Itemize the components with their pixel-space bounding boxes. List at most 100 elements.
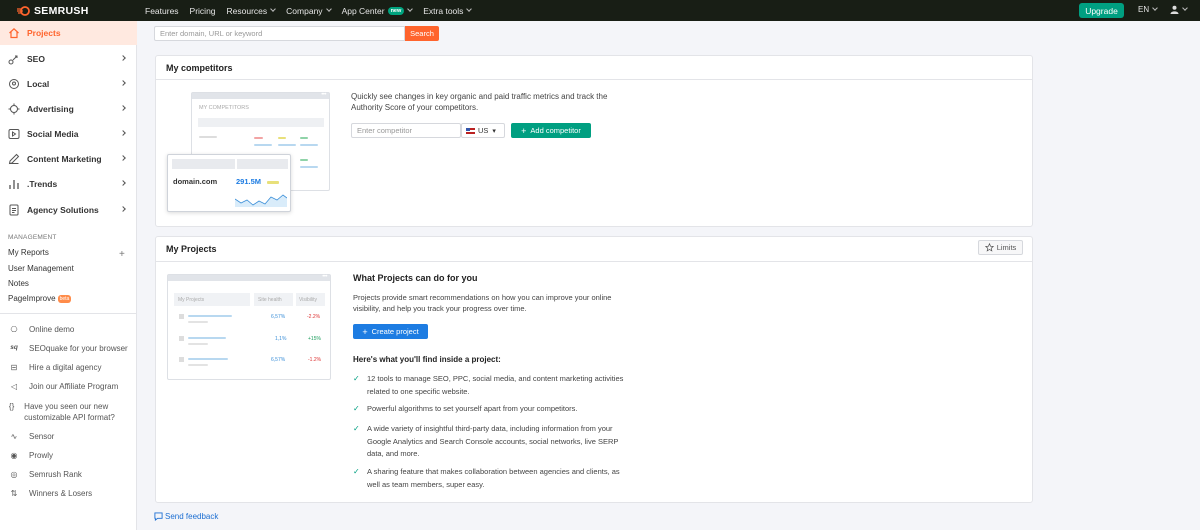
language-label: EN: [1138, 5, 1150, 14]
card-divider: [156, 261, 1032, 262]
pencil-icon: [8, 153, 20, 165]
limits-button[interactable]: Limits: [978, 240, 1023, 255]
sidebar-item-content-marketing[interactable]: Content Marketing: [0, 146, 137, 171]
mock-cell: [237, 159, 288, 169]
nav-resources[interactable]: Resources: [227, 6, 277, 16]
mock-header-visibility: Visibility: [299, 297, 317, 303]
mock-line: [188, 321, 208, 323]
api-format-link[interactable]: {} Have you seen our new customizable API…: [8, 401, 130, 423]
feature-text: A wide variety of insightful third-party…: [367, 424, 619, 458]
chevron-right-icon: [120, 130, 126, 136]
add-report-icon[interactable]: +: [119, 249, 125, 260]
my-reports-label: My Reports: [8, 248, 49, 257]
nav-company-label: Company: [286, 5, 323, 16]
country-select[interactable]: US ▾: [461, 123, 505, 138]
chevron-right-icon: [120, 180, 126, 186]
mock-line: [188, 364, 208, 366]
notes-label: Notes: [8, 279, 29, 288]
sidebar-item-projects[interactable]: Projects: [0, 21, 137, 45]
rank-icon: ◎: [10, 470, 18, 479]
mock-window-bar: •••: [192, 92, 329, 99]
sidebar-item-seo[interactable]: SEO: [0, 46, 137, 71]
agency-icon: ⊟: [10, 363, 18, 372]
hire-agency-link[interactable]: ⊟ Hire a digital agency: [8, 363, 102, 372]
nav-pricing[interactable]: Pricing: [190, 6, 216, 16]
sensor-label: Sensor: [29, 432, 55, 441]
competitors-title: My competitors: [166, 63, 233, 73]
mock-checkbox: [179, 314, 184, 319]
prowly-link[interactable]: ◉ Prowly: [8, 451, 54, 460]
mock-checkbox: [179, 357, 184, 362]
limits-label: Limits: [996, 243, 1017, 252]
sidebar-item-social-media[interactable]: Social Media: [0, 121, 137, 146]
mock-cell: [172, 159, 235, 169]
create-project-button[interactable]: + Create project: [353, 324, 428, 339]
nav-extra-tools[interactable]: Extra tools: [423, 6, 473, 16]
sensor-link[interactable]: ∿ Sensor: [8, 432, 55, 441]
sidebar-item-label: Social Media: [27, 128, 79, 139]
seoquake-link[interactable]: sq SEOquake for your browser: [8, 344, 128, 353]
sidebar-item-agency-solutions[interactable]: Agency Solutions: [0, 197, 137, 222]
feature-item: ✓ A sharing feature that makes collaborat…: [353, 466, 628, 491]
sidebar-item-label: Agency Solutions: [27, 204, 99, 215]
search-button[interactable]: Search: [405, 26, 439, 41]
competitor-input[interactable]: Enter competitor: [351, 123, 461, 138]
feature-text: Powerful algorithms to set yourself apar…: [367, 404, 578, 413]
nav-company[interactable]: Company: [286, 5, 332, 16]
feature-item: ✓ A wide variety of insightful third-part…: [353, 423, 628, 461]
sidebar-item-advertising[interactable]: Advertising: [0, 96, 137, 121]
top-navigation: SEMRUSH Features Pricing Resources Compa…: [0, 0, 1200, 21]
home-icon: [9, 27, 19, 39]
sidebar-item-label: Local: [27, 78, 50, 89]
seoquake-label: SEOquake for your browser: [29, 344, 128, 353]
star-icon: [984, 243, 994, 252]
user-management-link[interactable]: User Management: [8, 264, 74, 273]
chevron-down-icon: [270, 6, 277, 12]
chevron-down-icon: [325, 6, 332, 12]
sidebar-item-local[interactable]: Local: [0, 71, 137, 96]
send-feedback-link[interactable]: Send feedback: [154, 512, 218, 521]
winners-losers-link[interactable]: ⇅ Winners & Losers: [8, 489, 93, 498]
notes-link[interactable]: Notes: [8, 279, 29, 288]
language-selector[interactable]: EN: [1138, 5, 1158, 14]
sidebar-item-label: Content Marketing: [27, 153, 102, 164]
sparkline-icon: [235, 194, 287, 207]
mock-window-title: MY COMPETITORS: [199, 105, 249, 111]
add-competitor-label: Add competitor: [530, 126, 581, 135]
user-menu[interactable]: [1170, 5, 1188, 14]
affiliate-link[interactable]: ◁ Join our Affiliate Program: [8, 382, 118, 391]
country-label: US: [478, 126, 489, 135]
sidebar-item-trends[interactable]: .Trends: [0, 171, 137, 196]
nav-pricing-label: Pricing: [189, 5, 216, 16]
add-competitor-button[interactable]: + Add competitor: [511, 123, 591, 138]
mock-line: [254, 137, 263, 139]
domain-popup-illustration: domain.com 291.5M: [167, 154, 291, 212]
semrush-rank-link[interactable]: ◎ Semrush Rank: [8, 470, 82, 479]
chevron-right-icon: [120, 105, 126, 111]
online-demo-link[interactable]: ⎔ Online demo: [8, 325, 75, 334]
pageimprove-link[interactable]: PageImprove beta: [8, 294, 72, 303]
mock-health-value: 6,57%: [271, 357, 286, 363]
upgrade-button[interactable]: Upgrade: [1079, 3, 1124, 18]
mock-header-health: Site health: [258, 297, 282, 303]
mock-header-projects: My Projects: [178, 297, 205, 303]
card-divider: [156, 79, 1032, 80]
feedback-icon: [154, 512, 163, 521]
nav-app-center[interactable]: App Center new: [342, 6, 414, 16]
document-icon: [8, 204, 20, 216]
api-braces-icon: {}: [8, 402, 15, 411]
feature-item: ✓ Powerful algorithms to set yourself apa…: [353, 403, 628, 416]
semrush-logo[interactable]: SEMRUSH: [17, 5, 145, 17]
mock-line: [300, 137, 308, 139]
sidebar-divider: [0, 313, 137, 314]
feature-item: ✓ 12 tools to manage SEO, PPC, social med…: [353, 373, 628, 398]
mock-line: [188, 343, 208, 345]
search-input[interactable]: Enter domain, URL or keyword: [154, 26, 405, 41]
social-media-icon: [8, 128, 20, 140]
my-reports-link[interactable]: My Reports: [8, 248, 49, 257]
mock-line: [188, 358, 228, 360]
target-icon: [8, 103, 20, 115]
nav-features[interactable]: Features: [145, 6, 179, 16]
sidebar-item-label: Advertising: [27, 103, 74, 114]
feature-text: A sharing feature that makes collaborati…: [367, 467, 620, 489]
